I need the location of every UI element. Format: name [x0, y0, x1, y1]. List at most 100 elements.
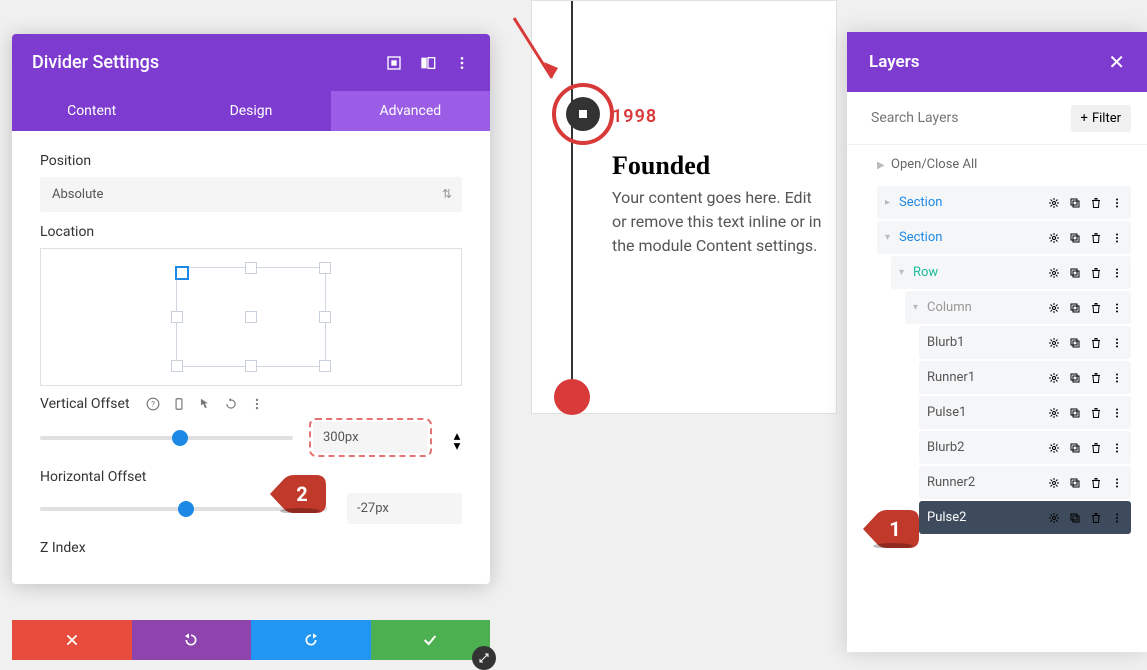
content-heading[interactable]: Founded	[612, 151, 710, 181]
more-icon[interactable]	[1111, 477, 1123, 489]
anchor-top-left[interactable]	[175, 266, 189, 280]
more-icon[interactable]	[1111, 197, 1123, 209]
anchor-middle-right[interactable]	[319, 311, 331, 323]
trash-icon[interactable]	[1090, 337, 1102, 349]
layer-item-pulse1[interactable]: Pulse1	[919, 396, 1131, 429]
undo-button[interactable]	[132, 620, 252, 660]
layer-item-section[interactable]: ▸ Section	[877, 186, 1131, 219]
reset-icon[interactable]	[224, 397, 238, 411]
duplicate-icon[interactable]	[1069, 232, 1081, 244]
layer-item-blurb1[interactable]: Blurb1	[919, 326, 1131, 359]
layer-item-blurb2[interactable]: Blurb2	[919, 431, 1131, 464]
trash-icon[interactable]	[1090, 197, 1102, 209]
gear-icon[interactable]	[1048, 477, 1060, 489]
vertical-offset-input[interactable]	[313, 422, 428, 453]
close-layers-button[interactable]: ✕	[1108, 50, 1125, 74]
duplicate-icon[interactable]	[1069, 442, 1081, 454]
anchor-bottom-center[interactable]	[245, 360, 257, 372]
open-close-all[interactable]: ▶Open/Close All	[847, 145, 1147, 184]
vertical-offset-slider[interactable]	[40, 436, 293, 440]
duplicate-icon[interactable]	[1069, 477, 1081, 489]
duplicate-icon[interactable]	[1069, 372, 1081, 384]
layer-item-column[interactable]: ▾Column	[905, 291, 1131, 324]
expand-caret-icon[interactable]: ▾	[913, 302, 923, 313]
check-icon	[422, 632, 438, 648]
layer-item-runner1[interactable]: Runner1	[919, 361, 1131, 394]
duplicate-icon[interactable]	[1069, 512, 1081, 524]
gear-icon[interactable]	[1048, 512, 1060, 524]
anchor-top-center[interactable]	[245, 262, 257, 274]
more-icon[interactable]	[1111, 372, 1123, 384]
more-icon[interactable]	[1111, 512, 1123, 524]
trash-icon[interactable]	[1090, 267, 1102, 279]
anchor-top-right[interactable]	[319, 262, 331, 274]
responsive-preview-icon[interactable]	[386, 55, 402, 71]
gear-icon[interactable]	[1048, 442, 1060, 454]
panel-layout-icon[interactable]	[420, 55, 436, 71]
duplicate-icon[interactable]	[1069, 267, 1081, 279]
content-body[interactable]: Your content goes here. Edit or remove t…	[612, 186, 827, 258]
duplicate-icon[interactable]	[1069, 302, 1081, 314]
anchor-middle-center[interactable]	[245, 311, 257, 323]
gear-icon[interactable]	[1048, 407, 1060, 419]
expand-caret-icon[interactable]: ▾	[885, 232, 895, 243]
redo-button[interactable]	[251, 620, 371, 660]
anchor-bottom-left[interactable]	[171, 360, 183, 372]
layer-item-runner2[interactable]: Runner2	[919, 466, 1131, 499]
duplicate-icon[interactable]	[1069, 197, 1081, 209]
gear-icon[interactable]	[1048, 337, 1060, 349]
help-icon[interactable]: ?	[146, 397, 160, 411]
trash-icon[interactable]	[1090, 512, 1102, 524]
anchor-bottom-right[interactable]	[319, 360, 331, 372]
stepper-down[interactable]: ▾	[452, 439, 462, 447]
trash-icon[interactable]	[1090, 407, 1102, 419]
duplicate-icon[interactable]	[1069, 407, 1081, 419]
expand-caret-icon[interactable]: ▸	[885, 197, 895, 208]
more-options-icon[interactable]	[250, 397, 264, 411]
layers-header: Layers ✕	[847, 32, 1147, 92]
expand-handle[interactable]	[472, 646, 496, 670]
anchor-middle-left[interactable]	[171, 311, 183, 323]
more-menu-icon[interactable]	[454, 55, 470, 71]
horizontal-offset-input[interactable]	[347, 493, 462, 524]
layer-item-row[interactable]: ▾ Row	[891, 256, 1131, 289]
trash-icon[interactable]	[1090, 477, 1102, 489]
more-icon[interactable]	[1111, 442, 1123, 454]
trash-icon[interactable]	[1090, 302, 1102, 314]
device-icon[interactable]	[172, 397, 186, 411]
gear-icon[interactable]	[1048, 302, 1060, 314]
expand-caret-icon[interactable]: ▾	[899, 267, 909, 278]
layers-filter-button[interactable]: + Filter	[1071, 105, 1131, 132]
tab-content[interactable]: Content	[12, 91, 171, 131]
gear-icon[interactable]	[1048, 267, 1060, 279]
gear-icon[interactable]	[1048, 232, 1060, 244]
duplicate-icon[interactable]	[1069, 337, 1081, 349]
layer-name: Row	[913, 265, 938, 280]
more-icon[interactable]	[1111, 337, 1123, 349]
more-icon[interactable]	[1111, 302, 1123, 314]
timeline-pulse-marker[interactable]	[552, 83, 614, 145]
stepper-up[interactable]: ▴	[452, 429, 462, 437]
cancel-button[interactable]	[12, 620, 132, 660]
more-icon[interactable]	[1111, 232, 1123, 244]
hover-icon[interactable]	[198, 397, 212, 411]
tab-advanced[interactable]: Advanced	[331, 91, 490, 131]
tab-design[interactable]: Design	[171, 91, 330, 131]
gear-icon[interactable]	[1048, 372, 1060, 384]
content-preview: 1998 Founded Your content goes here. Edi…	[531, 0, 837, 414]
layer-name: Section	[899, 195, 942, 210]
trash-icon[interactable]	[1090, 232, 1102, 244]
layers-search-input[interactable]	[863, 104, 1063, 132]
plus-icon: +	[1081, 111, 1088, 126]
trash-icon[interactable]	[1090, 442, 1102, 454]
timeline-year: 1998	[612, 106, 657, 127]
more-icon[interactable]	[1111, 267, 1123, 279]
layer-item-pulse2[interactable]: Pulse2	[919, 501, 1131, 534]
gear-icon[interactable]	[1048, 197, 1060, 209]
annotation-badge-2: 2	[270, 475, 326, 513]
layer-item-section[interactable]: ▾Section	[877, 221, 1131, 254]
more-icon[interactable]	[1111, 407, 1123, 419]
trash-icon[interactable]	[1090, 372, 1102, 384]
position-select[interactable]: Absolute	[40, 177, 462, 212]
layer-name: Pulse1	[927, 405, 966, 420]
